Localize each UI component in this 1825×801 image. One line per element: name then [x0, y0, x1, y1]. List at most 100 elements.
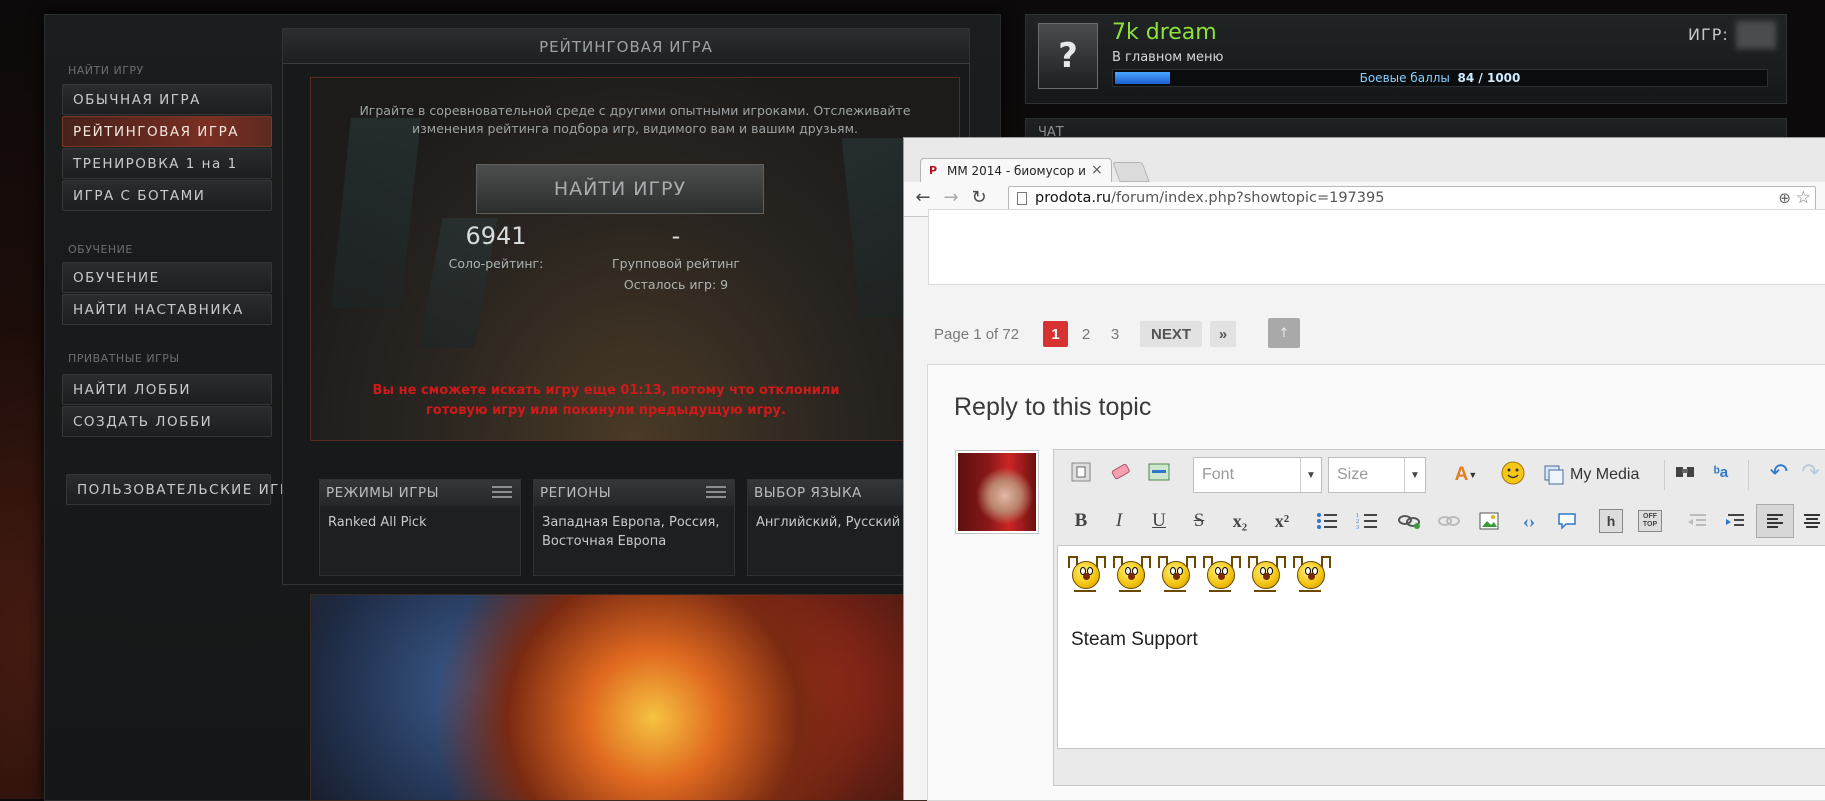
- italic-button[interactable]: I: [1102, 506, 1136, 536]
- find-replace-icon[interactable]: [1668, 457, 1702, 487]
- menu-find-coach[interactable]: НАЙТИ НАСТАВНИКА: [62, 294, 272, 325]
- reply-title: Reply to this topic: [954, 393, 1152, 421]
- ranked-title: РЕЙТИНГОВАЯ ИГРА: [539, 38, 713, 56]
- battle-points-bar: Боевые баллы 84 / 1000: [1112, 69, 1768, 87]
- player-name[interactable]: 7k dream: [1112, 20, 1217, 45]
- site-favicon-icon: P: [929, 164, 938, 177]
- group-rating-value: -: [671, 222, 681, 250]
- svg-text:3: 3: [1356, 525, 1359, 531]
- zoom-icon[interactable]: ⊕: [1778, 189, 1791, 207]
- page-link[interactable]: 3: [1105, 321, 1125, 347]
- menu-icon[interactable]: [706, 486, 726, 500]
- underline-button[interactable]: U: [1142, 506, 1176, 536]
- bold-button[interactable]: B: [1064, 506, 1098, 536]
- option-game-modes[interactable]: РЕЖИМЫ ИГРЫ Ranked All Pick: [319, 479, 521, 576]
- menu-ranked-game[interactable]: РЕЙТИНГОВАЯ ИГРА: [62, 116, 272, 147]
- subscript-button[interactable]: x₂: [1222, 506, 1258, 536]
- toolbar-separator: [1664, 460, 1665, 490]
- close-icon[interactable]: ×: [1091, 162, 1103, 178]
- back-icon[interactable]: ←: [912, 187, 934, 209]
- group-rating-label: Групповой рейтинг: [612, 256, 740, 271]
- emoticon-icon: [1068, 556, 1106, 596]
- redo-icon[interactable]: ↷: [1796, 457, 1825, 487]
- align-center-icon[interactable]: [1798, 506, 1825, 536]
- numbered-list-icon[interactable]: 123: [1350, 506, 1384, 536]
- bullet-list-icon[interactable]: [1310, 506, 1344, 536]
- indent-icon[interactable]: [1718, 506, 1752, 536]
- quote-icon[interactable]: [1550, 506, 1584, 536]
- superscript-button[interactable]: x²: [1264, 506, 1300, 536]
- emoticon-icon: [1113, 556, 1151, 596]
- address-url[interactable]: prodota.ru/forum/index.php?showtopic=197…: [1035, 190, 1384, 206]
- menu-1v1-training[interactable]: ТРЕНИРОВКА 1 на 1: [62, 148, 272, 179]
- emoticon-icon: [1293, 556, 1331, 596]
- menu-custom-games[interactable]: ПОЛЬЗОВАТЕЛЬСКИЕ ИГРЫ: [66, 474, 301, 505]
- address-bar[interactable]: prodota.ru/forum/index.php?showtopic=197…: [1008, 186, 1816, 211]
- find-game-button[interactable]: НАЙТИ ИГРУ: [476, 164, 764, 214]
- new-tab-button[interactable]: [1112, 162, 1150, 182]
- emoticon-icon: [1248, 556, 1286, 596]
- menu-normal-game[interactable]: ОБЫЧНАЯ ИГРА: [62, 84, 272, 115]
- spellcheck-icon[interactable]: ᵇa: [1704, 457, 1738, 487]
- tab-title: MM 2014 - биомусор и э...: [947, 164, 1087, 178]
- editor-body-text: Steam Support: [1071, 629, 1198, 650]
- menu-bot-game[interactable]: ИГРА С БОТАМИ: [62, 180, 272, 211]
- last-page-button[interactable]: »: [1210, 321, 1236, 347]
- align-left-icon[interactable]: [1756, 504, 1794, 538]
- size-select[interactable]: Size ▼: [1328, 457, 1426, 493]
- menu-find-lobby[interactable]: НАЙТИ ЛОББИ: [62, 374, 272, 405]
- my-media-icon[interactable]: [1540, 460, 1568, 490]
- ranked-panel: РЕЙТИНГОВАЯ ИГРА Играйте в соревнователь…: [282, 28, 970, 585]
- outdent-icon[interactable]: [1680, 506, 1714, 536]
- reload-icon[interactable]: ↻: [968, 187, 990, 209]
- emoticon-row: [1068, 556, 1338, 596]
- code-icon[interactable]: ‹›: [1512, 506, 1546, 536]
- my-media-label[interactable]: My Media: [1570, 466, 1639, 484]
- next-page-button[interactable]: NEXT: [1140, 321, 1202, 347]
- bookmark-star-icon[interactable]: ☆: [1796, 188, 1811, 208]
- link-icon[interactable]: [1392, 506, 1426, 536]
- heading-icon[interactable]: h: [1596, 506, 1626, 536]
- emoticon-icon[interactable]: [1496, 458, 1530, 488]
- undo-icon[interactable]: ↶: [1762, 457, 1796, 487]
- page-icon: [1017, 192, 1027, 205]
- page-link-current[interactable]: 1: [1043, 321, 1068, 347]
- unlink-icon[interactable]: [1432, 506, 1466, 536]
- emoticon-icon: [1158, 556, 1196, 596]
- menu-tutorial[interactable]: ОБУЧЕНИЕ: [62, 262, 272, 293]
- scroll-top-button[interactable]: ↑: [1268, 318, 1300, 348]
- image-icon[interactable]: [1472, 506, 1506, 536]
- toolbar-separator: [1748, 460, 1749, 490]
- solo-rating-value: 6941: [465, 222, 527, 250]
- emoticon-icon: [1203, 556, 1241, 596]
- off-top-icon[interactable]: OFF TOP: [1634, 506, 1666, 536]
- eraser-icon[interactable]: [1104, 457, 1138, 487]
- source-mode-icon[interactable]: [1064, 457, 1098, 487]
- option-regions-value: Западная Европа, Россия, Восточная Европ…: [542, 515, 720, 549]
- remove-format-icon[interactable]: [1142, 457, 1176, 487]
- tab-active[interactable]: P MM 2014 - биомусор и э... ×: [920, 158, 1112, 185]
- font-select[interactable]: Font ▼: [1193, 457, 1322, 493]
- profile-panel: ? 7k dream В главном меню Боевые баллы 8…: [1025, 14, 1787, 104]
- section-title-learning: ОБУЧЕНИЕ: [68, 243, 133, 256]
- menu-icon[interactable]: [492, 486, 512, 500]
- banner-left: [331, 118, 421, 308]
- option-game-modes-header: РЕЖИМЫ ИГРЫ: [320, 480, 520, 506]
- option-regions[interactable]: РЕГИОНЫ Западная Европа, Россия, Восточн…: [533, 479, 735, 576]
- ranked-description: Играйте в соревновательной среде с други…: [359, 103, 911, 136]
- promo-artwork[interactable]: [310, 594, 970, 801]
- solo-rating-label: Соло-рейтинг:: [448, 256, 544, 271]
- menu-create-lobby[interactable]: СОЗДАТЬ ЛОББИ: [62, 406, 272, 437]
- pagination-info: Page 1 of 72: [934, 325, 1020, 343]
- strikethrough-button[interactable]: S: [1182, 506, 1216, 536]
- games-count-label: ИГР:: [1688, 25, 1729, 44]
- avatar[interactable]: ?: [1038, 23, 1098, 89]
- page-link[interactable]: 2: [1076, 321, 1096, 347]
- text-color-icon[interactable]: A ▼: [1446, 460, 1486, 490]
- chevron-down-icon: ▼: [1404, 458, 1425, 492]
- player-status: В главном меню: [1112, 50, 1224, 65]
- previous-post-box: [928, 209, 1825, 285]
- avatar-image: [958, 453, 1036, 531]
- tab-strip: P MM 2014 - биомусор и э... ×: [904, 138, 1825, 185]
- forward-icon[interactable]: →: [940, 187, 962, 209]
